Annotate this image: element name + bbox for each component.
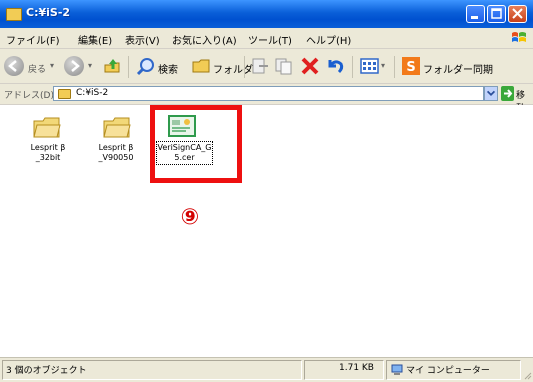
- resize-grip[interactable]: [522, 370, 532, 380]
- toolbar: 戻る ▾ ▾ 検索 フォルダ ▾ S フォルダー同期: [0, 49, 533, 84]
- back-icon: [8, 60, 17, 72]
- address-dropdown-button[interactable]: [484, 86, 498, 101]
- step-marker: ⑨: [180, 205, 200, 230]
- folder-icon: [58, 89, 71, 99]
- file-name-line1: Lesprit β: [30, 143, 66, 152]
- views-dropdown-arrow[interactable]: ▾: [381, 61, 385, 70]
- forward-icon: [71, 60, 80, 72]
- delete-icon[interactable]: [300, 56, 320, 76]
- undo-icon[interactable]: [325, 56, 345, 76]
- windows-logo-icon: [512, 32, 526, 42]
- file-name-line2: _32bit: [35, 153, 61, 162]
- close-icon: [512, 8, 523, 19]
- menu-help[interactable]: ヘルプ(H): [306, 32, 351, 47]
- menu-bar: ファイル(F) 編集(E) 表示(V) お気に入り(A) ツール(T) ヘルプ(…: [0, 28, 533, 49]
- my-computer-icon: [391, 364, 403, 375]
- search-icon[interactable]: [136, 56, 156, 76]
- chevron-down-icon: [486, 90, 496, 96]
- go-icon: [504, 89, 513, 98]
- address-label: アドレス(D): [4, 91, 54, 101]
- forward-dropdown-arrow[interactable]: ▾: [88, 61, 92, 70]
- forward-button[interactable]: [64, 56, 84, 76]
- status-size: 1.71 KB: [339, 363, 374, 373]
- status-object-count: 3 個のオブジェクト: [6, 366, 87, 376]
- menu-favorites[interactable]: お気に入り(A): [172, 32, 237, 47]
- views-icon[interactable]: [360, 57, 380, 75]
- menu-file[interactable]: ファイル(F): [6, 32, 60, 47]
- maximize-icon: [491, 8, 502, 19]
- address-bar: アドレス(D) C:¥iS-2 移動: [0, 84, 533, 114]
- menu-view[interactable]: 表示(V): [125, 32, 160, 47]
- folders-icon[interactable]: [192, 57, 212, 75]
- file-list[interactable]: [0, 105, 533, 357]
- folder-icon: [103, 117, 131, 138]
- file-name-line1: Lesprit β: [98, 143, 134, 152]
- status-location: マイ コンピューター: [406, 366, 490, 376]
- sync-icon[interactable]: S: [402, 57, 420, 75]
- back-button[interactable]: [4, 56, 24, 76]
- explorer-window: C:¥iS-2 ファイル(F) 編集(E) 表示(V) お気に入り(A) ツール…: [0, 0, 533, 382]
- minimize-button[interactable]: [466, 5, 485, 23]
- back-dropdown-arrow[interactable]: ▾: [50, 61, 54, 70]
- close-button[interactable]: [508, 5, 527, 23]
- menu-edit[interactable]: 編集(E): [78, 32, 112, 47]
- folder-icon: [33, 117, 61, 138]
- folders-label[interactable]: フォルダ: [213, 61, 253, 76]
- up-icon[interactable]: [102, 56, 122, 76]
- status-bar: 3 個のオブジェクト 1.71 KB マイ コンピューター: [0, 357, 533, 382]
- sync-label[interactable]: フォルダー同期: [423, 61, 493, 76]
- minimize-icon: [471, 16, 478, 19]
- window-title: C:¥iS-2: [26, 6, 71, 19]
- address-value: C:¥iS-2: [76, 88, 109, 98]
- svg-text:S: S: [406, 60, 415, 75]
- copy-icon[interactable]: [274, 57, 294, 75]
- search-label[interactable]: 検索: [158, 61, 178, 76]
- maximize-button[interactable]: [487, 5, 506, 23]
- menu-tools[interactable]: ツール(T): [248, 32, 292, 47]
- move-icon[interactable]: [250, 57, 270, 75]
- address-input[interactable]: C:¥iS-2: [53, 86, 484, 101]
- file-name-line2: _V90050: [98, 153, 134, 162]
- highlight-box: [150, 105, 242, 183]
- title-bar[interactable]: C:¥iS-2: [0, 0, 533, 28]
- go-button[interactable]: [501, 86, 514, 101]
- back-label: 戻る: [28, 65, 47, 75]
- folder-icon: [6, 8, 22, 21]
